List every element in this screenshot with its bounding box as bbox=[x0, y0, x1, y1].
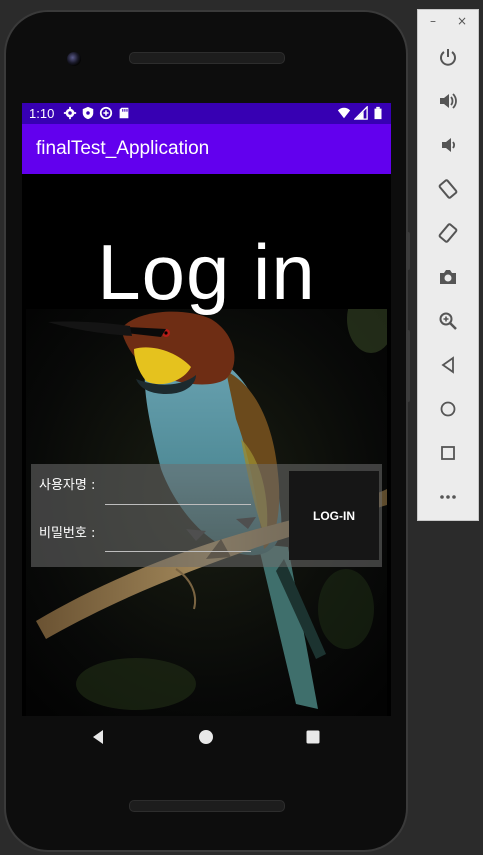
bottom-speaker bbox=[129, 800, 285, 812]
login-screen: Log in 사용자명 : 비밀번호 : LOG-IN bbox=[22, 174, 391, 716]
password-label: 비밀번호 : bbox=[39, 526, 96, 541]
password-input[interactable] bbox=[105, 526, 251, 552]
emulator-home-button[interactable] bbox=[437, 398, 459, 420]
front-camera bbox=[67, 52, 81, 66]
phone-side-button-bottom bbox=[406, 330, 410, 402]
status-bar: 1:10 bbox=[22, 103, 391, 124]
close-button[interactable]: × bbox=[457, 14, 467, 28]
screenshot-button[interactable] bbox=[437, 266, 459, 288]
back-icon bbox=[441, 356, 454, 374]
emulator-back-button[interactable] bbox=[437, 354, 459, 376]
signal-icon bbox=[354, 106, 368, 120]
data-saver-icon bbox=[99, 106, 113, 120]
rotate-left-button[interactable] bbox=[437, 178, 459, 200]
minimize-button[interactable]: – bbox=[430, 14, 436, 28]
rotate-right-button[interactable] bbox=[437, 222, 459, 244]
status-time: 1:10 bbox=[29, 106, 55, 121]
wifi-icon bbox=[337, 107, 351, 119]
phone-screen: 1:10 finalTest_Application Log in 사용자명:… bbox=[22, 103, 391, 716]
android-nav-bar bbox=[22, 716, 391, 760]
overview-icon bbox=[441, 446, 455, 460]
back-icon[interactable] bbox=[87, 726, 109, 748]
zoom-icon bbox=[439, 312, 457, 330]
username-input[interactable] bbox=[105, 479, 251, 505]
zoom-button[interactable] bbox=[437, 310, 459, 332]
recents-icon[interactable] bbox=[302, 726, 324, 748]
volume-up-icon bbox=[440, 93, 457, 109]
more-button[interactable] bbox=[437, 486, 459, 508]
volume-up-button[interactable] bbox=[437, 90, 459, 112]
battery-icon bbox=[374, 106, 382, 120]
emulator-window: 1:10 finalTest_Application Log in 사용자명:… bbox=[0, 0, 483, 855]
home-icon[interactable] bbox=[195, 726, 217, 748]
emulator-overview-button[interactable] bbox=[437, 442, 459, 464]
app-title: finalTest_Application bbox=[36, 138, 210, 159]
home-icon bbox=[440, 401, 456, 417]
power-button[interactable] bbox=[437, 46, 459, 68]
emulator-toolbar: – × bbox=[417, 9, 479, 521]
login-heading: Log in bbox=[97, 228, 316, 316]
login-button[interactable]: LOG-IN bbox=[289, 471, 379, 560]
phone-side-button-top bbox=[406, 232, 410, 270]
username-label: 사용자명 : bbox=[39, 478, 96, 493]
rotate-right-icon bbox=[438, 223, 458, 243]
rotate-left-icon bbox=[438, 179, 458, 199]
status-notification-icons bbox=[63, 106, 131, 120]
volume-down-button[interactable] bbox=[437, 134, 459, 156]
app-bar: finalTest_Application bbox=[22, 124, 391, 174]
shield-icon bbox=[82, 106, 94, 120]
login-form: 사용자명 : 비밀번호 : LOG-IN bbox=[31, 464, 382, 567]
sd-card-icon bbox=[119, 107, 129, 119]
power-icon bbox=[440, 49, 456, 66]
screenshot-icon bbox=[440, 270, 456, 284]
volume-down-icon bbox=[442, 138, 456, 152]
more-icon bbox=[440, 495, 456, 499]
settings-icon bbox=[63, 106, 77, 120]
top-speaker bbox=[129, 52, 285, 64]
status-system-icons bbox=[337, 106, 385, 120]
